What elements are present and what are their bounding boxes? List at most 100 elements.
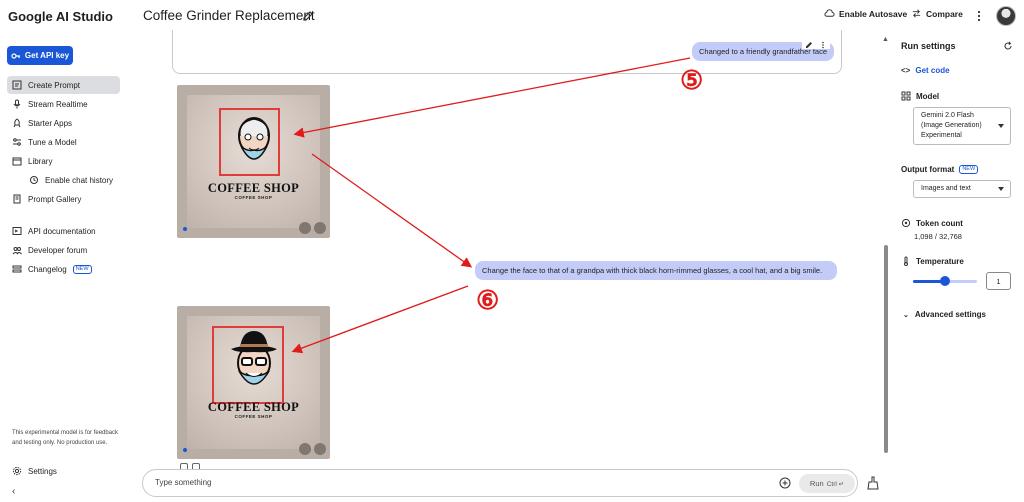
gear-icon — [12, 466, 22, 476]
sidebar-item-label: API documentation — [28, 226, 96, 236]
expand-icon[interactable] — [314, 222, 326, 234]
image-indicator — [183, 448, 187, 452]
edit-icon[interactable] — [805, 41, 813, 49]
user-message-2[interactable]: Change the face to that of a grandpa wit… — [475, 261, 837, 280]
add-media-icon[interactable] — [779, 477, 791, 489]
sidebar-item-stream-realtime[interactable]: Stream Realtime — [7, 95, 120, 113]
temperature-slider[interactable] — [913, 276, 977, 286]
token-icon — [901, 218, 911, 228]
sidebar-item-create-prompt[interactable]: Create Prompt — [7, 76, 120, 94]
reset-icon[interactable] — [1003, 41, 1013, 51]
api-key-label: Get API key — [24, 51, 70, 60]
run-label: Run — [809, 479, 824, 488]
app-root: Google AI Studio Coffee Grinder Replacem… — [0, 0, 1024, 502]
scrollbar[interactable] — [884, 245, 888, 453]
sidebar-item-label: Enable chat history — [45, 175, 114, 185]
image-indicator — [183, 227, 187, 231]
autosave-label: Enable Autosave — [839, 8, 908, 19]
key-icon — [11, 52, 20, 59]
edit-title-icon[interactable] — [302, 10, 314, 22]
model-label-row: Model — [901, 91, 939, 101]
experimental-notice: This experimental model is for feedback … — [12, 430, 119, 446]
output-format-label: Output format — [901, 165, 955, 174]
chevron-down-icon — [998, 124, 1004, 128]
output-format-row: Output format NEW — [901, 165, 979, 174]
left-sidebar: Get API key Create Prompt Stream Realtim… — [0, 34, 130, 502]
model-label: Model — [916, 91, 940, 101]
output-format-value: Images and text — [921, 185, 971, 192]
run-button[interactable]: Run Ctrl ↵ — [799, 474, 855, 493]
model-value: Gemini 2.0 Flash (Image Generation) Expe… — [921, 112, 982, 139]
download-icon[interactable] — [299, 443, 311, 455]
shop-subtitle: COFFEE SHOP — [234, 195, 273, 200]
avatar[interactable] — [996, 6, 1016, 26]
sidebar-item-label: Developer forum — [28, 245, 88, 255]
new-badge: NEW — [72, 264, 92, 274]
collapse-sidebar-icon[interactable]: ‹ — [12, 486, 15, 497]
sidebar-item-label: Library — [28, 156, 53, 166]
top-bar: Google AI Studio Coffee Grinder Replacem… — [0, 0, 1024, 34]
slider-thumb[interactable] — [940, 276, 950, 286]
changelog-icon — [12, 265, 22, 273]
advanced-settings-toggle[interactable]: ⌄ Advanced settings — [903, 310, 986, 319]
clear-chat-icon[interactable] — [866, 476, 880, 490]
compare-button[interactable]: Compare — [911, 8, 963, 19]
create-prompt-icon — [12, 80, 22, 90]
temperature-input[interactable]: 1 — [986, 272, 1011, 290]
scroll-up-icon[interactable]: ▲ — [882, 36, 889, 43]
sidebar-item-label: Settings — [28, 466, 57, 476]
thermometer-icon — [904, 256, 908, 266]
download-icon[interactable] — [299, 222, 311, 234]
sidebar-item-prompt-gallery[interactable]: Prompt Gallery — [7, 190, 120, 208]
annotation-marker-6: ⑥ — [476, 286, 500, 315]
temperature-row: Temperature — [901, 256, 964, 266]
message-toolbar — [802, 41, 830, 49]
get-code-link[interactable]: <> Get code — [901, 66, 950, 75]
sidebar-item-label: Starter Apps — [28, 118, 73, 128]
code-icon: <> — [901, 66, 911, 75]
sidebar-item-label: Changelog — [28, 264, 67, 274]
more-options-icon[interactable] — [975, 9, 983, 23]
chevron-down-icon: ⌄ — [903, 311, 909, 319]
token-count-label: Token count — [916, 218, 963, 228]
prompt-input[interactable]: Type something — [155, 478, 211, 487]
enable-autosave-button[interactable]: Enable Autosave — [824, 8, 907, 19]
sidebar-item-changelog[interactable]: Changelog NEW — [7, 260, 120, 278]
shop-title: COFFEE SHOP — [207, 181, 300, 195]
shop-subtitle: COFFEE SHOP — [234, 414, 273, 419]
gallery-icon — [13, 194, 21, 204]
prompt-title[interactable]: Coffee Grinder Replacement — [143, 8, 315, 23]
sidebar-item-library[interactable]: Library — [7, 152, 120, 170]
chat-area: Changed to a friendly grandfather face C… — [130, 30, 894, 502]
sidebar-item-label: Stream Realtime — [28, 99, 88, 109]
get-api-key-button[interactable]: Get API key — [7, 46, 73, 65]
expand-icon[interactable] — [314, 443, 326, 455]
rocket-icon — [13, 118, 21, 128]
sidebar-item-label: Prompt Gallery — [28, 194, 82, 204]
sidebar-item-developer-forum[interactable]: Developer forum — [7, 241, 120, 259]
output-format-select[interactable]: Images and text — [913, 180, 1011, 198]
image-actions — [299, 443, 326, 455]
more-options-icon[interactable] — [819, 41, 827, 49]
advanced-settings-label: Advanced settings — [914, 310, 987, 319]
chevron-down-icon — [998, 187, 1004, 191]
sidebar-item-tune-model[interactable]: Tune a Model — [7, 133, 120, 151]
brand-logo[interactable]: Google AI Studio — [8, 9, 113, 24]
sidebar-item-api-documentation[interactable]: API documentation — [7, 222, 120, 240]
new-badge: NEW — [959, 165, 979, 174]
model-select[interactable]: Gemini 2.0 Flash (Image Generation) Expe… — [913, 107, 1011, 145]
sidebar-item-enable-chat-history[interactable]: Enable chat history — [24, 171, 124, 189]
autosave-icon — [824, 9, 835, 17]
generated-image-1[interactable]: COFFEE SHOP COFFEE SHOP — [177, 85, 330, 238]
forum-icon — [12, 247, 22, 255]
sidebar-item-settings[interactable]: Settings — [7, 462, 120, 480]
annotation-marker-5: ⑤ — [680, 66, 704, 95]
docs-icon — [12, 227, 22, 235]
run-settings-panel: Run settings <> Get code Model Gemini 2.… — [894, 34, 1024, 502]
history-icon — [30, 176, 38, 184]
sidebar-item-starter-apps[interactable]: Starter Apps — [7, 114, 120, 132]
run-settings-title: Run settings — [901, 41, 956, 51]
temperature-label: Temperature — [916, 256, 964, 266]
generated-image-2[interactable]: COFFEE SHOP COFFEE SHOP — [177, 306, 330, 459]
library-icon — [12, 157, 22, 166]
